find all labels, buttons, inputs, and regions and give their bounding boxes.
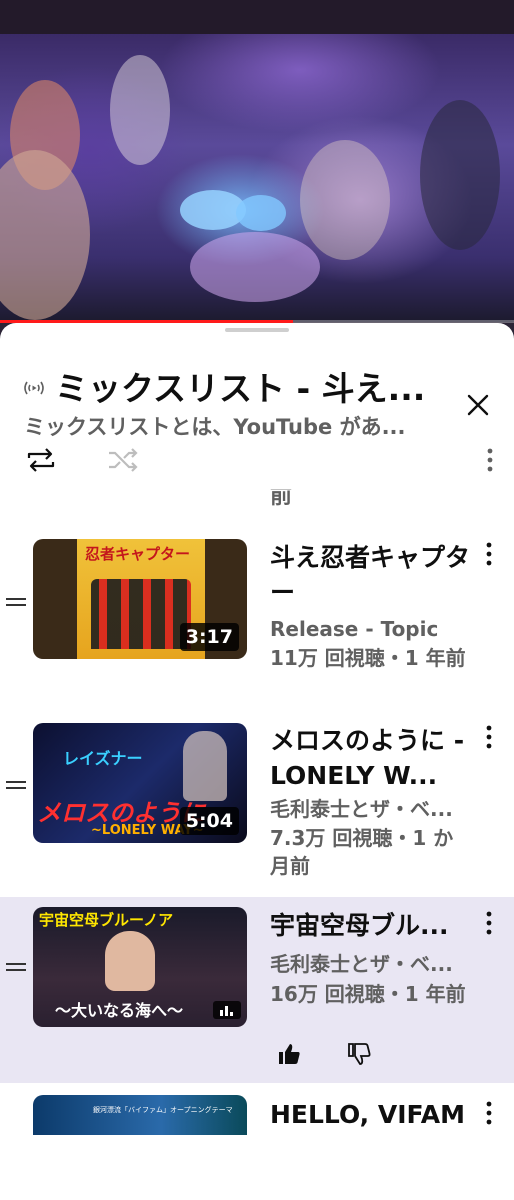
thumbnail-text: 忍者キャプター	[85, 545, 191, 563]
playlist-item-now-playing[interactable]: 宇宙空母ブルーノア 〜大いなる海へ〜 宇宙空母ブル... 毛利泰士とザ・ベ...…	[0, 897, 514, 1083]
status-bar	[0, 0, 514, 34]
thumbnail-text: レイズナー	[63, 749, 143, 768]
drag-handle-icon[interactable]	[6, 963, 26, 977]
thumbs-up-icon[interactable]	[276, 1041, 302, 1067]
video-thumbnail[interactable]: 宇宙空母ブルーノア 〜大いなる海へ〜	[33, 907, 247, 1027]
close-icon[interactable]	[462, 389, 494, 421]
channel-name: 毛利泰士とザ・ベ...	[270, 952, 453, 976]
channel-name: 毛利泰士とザ・ベ...	[270, 797, 453, 821]
video-duration: 5:04	[179, 807, 239, 835]
video-meta: 16万 回視聴・1 年前	[270, 982, 466, 1006]
thumbnail-performer	[105, 931, 155, 991]
drummer	[300, 140, 390, 260]
thumbs-down-icon[interactable]	[346, 1041, 372, 1067]
video-player[interactable]	[0, 0, 514, 322]
video-thumbnail[interactable]: 銀河漂流「バイファム」オープニングテーマ	[33, 1095, 247, 1135]
playlist-item[interactable]: レイズナー メロスのように ~LONELY WAY~ 5:04 メロスのように …	[0, 711, 514, 881]
playlist-header: ミックスリスト - 斗え... ミックスリストとは、YouTube があ...	[0, 345, 514, 439]
more-vert-icon[interactable]	[478, 445, 502, 475]
drag-handle-icon[interactable]	[6, 781, 26, 795]
channel-name: Release - Topic	[270, 617, 439, 641]
performer-foreground	[0, 150, 90, 320]
drag-handle-icon[interactable]	[6, 598, 26, 612]
video-duration: 3:17	[179, 623, 239, 651]
more-vert-icon[interactable]	[478, 540, 500, 568]
playlist-title: ミックスリスト - 斗え...	[55, 369, 426, 408]
drum-cymbal-large	[190, 232, 320, 302]
video-thumbnail[interactable]: レイズナー メロスのように ~LONELY WAY~ 5:04	[33, 723, 247, 843]
now-playing-icon	[213, 1001, 241, 1019]
video-meta: 11万 回視聴・1 年前	[270, 646, 466, 670]
mix-playlist-panel: ミックスリスト - 斗え... ミックスリストとは、YouTube があ... …	[0, 323, 514, 1200]
radio-broadcast-icon	[24, 381, 44, 395]
playlist-item[interactable]: 忍者キャプター 3:17 斗え忍者キャプター Release - Topic 1…	[0, 526, 514, 676]
more-vert-icon[interactable]	[478, 909, 500, 937]
video-meta: 7.3万 回視聴・1 か月前	[270, 826, 454, 878]
video-title[interactable]: HELLO, VIFAM	[270, 1097, 470, 1133]
video-title[interactable]: 斗え忍者キャプター	[270, 540, 470, 610]
thumbnail-performer	[183, 731, 227, 801]
performer-right	[420, 100, 500, 250]
thumbnail-text: 宇宙空母ブルーノア	[39, 911, 174, 929]
video-title[interactable]: 宇宙空母ブル...	[270, 908, 470, 944]
performer-center	[110, 55, 170, 165]
more-vert-icon[interactable]	[478, 723, 500, 751]
thumbnail-figures	[91, 579, 191, 649]
more-vert-icon[interactable]	[478, 1099, 500, 1127]
video-title[interactable]: メロスのように -LONELY W...	[270, 723, 470, 793]
previous-item-meta-fragment: 前	[270, 489, 293, 509]
playlist-controls	[0, 435, 514, 485]
thumbnail-text: 〜大いなる海へ〜	[55, 1001, 184, 1020]
shuffle-icon[interactable]	[106, 445, 140, 475]
playlist-item[interactable]: 銀河漂流「バイファム」オープニングテーマ HELLO, VIFAM	[0, 1093, 514, 1200]
video-thumbnail[interactable]: 忍者キャプター 3:17	[33, 539, 247, 659]
drum-tom	[236, 195, 286, 231]
thumbnail-text: 銀河漂流「バイファム」オープニングテーマ	[93, 1106, 233, 1114]
repeat-icon[interactable]	[24, 445, 58, 475]
sheet-drag-handle[interactable]	[225, 328, 289, 332]
